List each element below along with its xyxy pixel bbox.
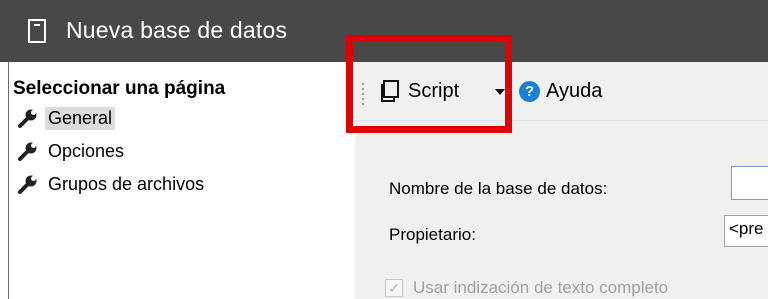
toolbar-grip-icon[interactable] [361,82,365,106]
db-name-field[interactable] [731,166,768,200]
chevron-down-icon[interactable] [495,89,505,95]
wrench-icon [18,175,37,194]
fulltext-label: Usar indización de texto completo [413,278,669,297]
page-item-grupos-de-archivos[interactable]: Grupos de archivos [17,170,207,198]
fulltext-option[interactable]: ✓ Usar indización de texto completo [385,278,668,298]
help-button[interactable]: ? Ayuda [519,76,602,106]
wrench-icon [18,142,37,161]
fulltext-checkbox[interactable]: ✓ [385,279,403,297]
owner-label: Propietario: [389,225,476,244]
window-title: Nueva base de datos [66,17,288,43]
page-item-label: General [45,106,116,130]
toolbar: Script ? Ayuda [355,62,768,121]
general-page-content: Script ? Ayuda Nombre de la base de dato… [355,62,768,299]
page-item-label: Opciones [48,140,125,161]
page-item-general[interactable]: General [17,104,116,132]
owner-field[interactable]: <pre [724,215,768,247]
script-button[interactable]: Script [379,76,459,106]
script-icon [381,80,399,102]
document-icon [28,19,46,43]
title-bar: Nueva base de datos [0,0,768,62]
page-item-label: Grupos de archivos [48,173,205,194]
db-name-label: Nombre de la base de datos: [389,179,608,198]
help-icon: ? [519,80,540,102]
help-label: Ayuda [546,79,603,102]
page-selector-header: Seleccionar una página [13,78,226,99]
page-item-opciones[interactable]: Opciones [17,137,127,165]
wrench-icon [18,109,37,128]
page-selector-pane: Seleccionar una página General Opciones … [8,62,356,299]
script-label: Script [408,79,460,102]
